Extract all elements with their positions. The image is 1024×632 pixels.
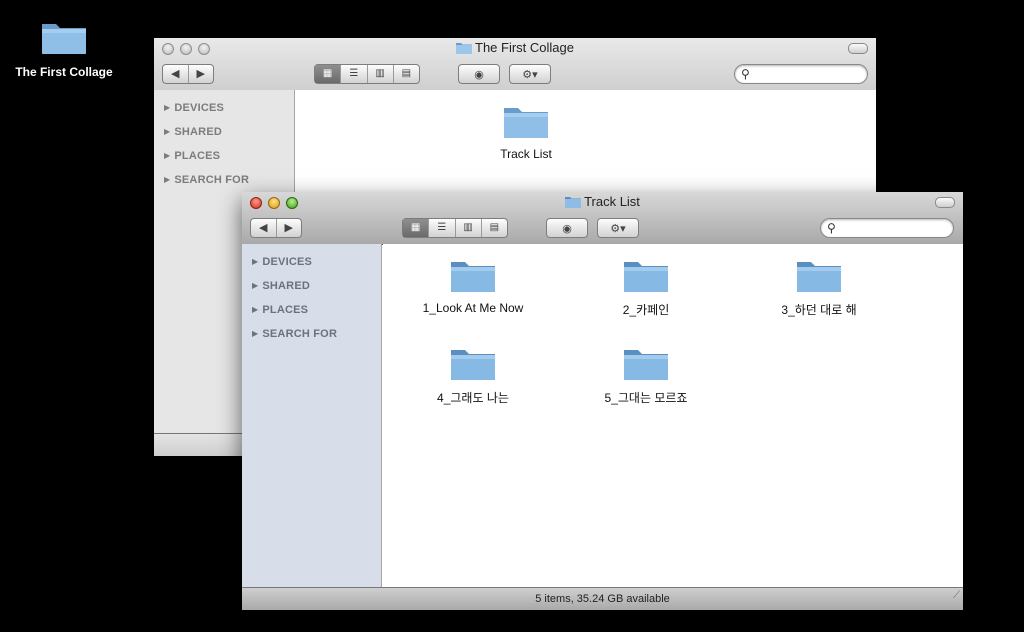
folder-icon	[565, 196, 582, 211]
sidebar-label: DEVICES	[262, 256, 313, 268]
disclosure-triangle-icon[interactable]: ▶	[252, 281, 258, 290]
toolbar-toggle-button[interactable]	[848, 43, 868, 54]
disclosure-triangle-icon[interactable]: ▶	[252, 329, 258, 338]
window-title-text: Track List	[584, 194, 640, 209]
window-title: Track List	[242, 194, 963, 211]
search-field[interactable]: ⚲	[820, 218, 954, 238]
sidebar-label: SEARCH FOR	[174, 174, 250, 186]
search-field[interactable]: ⚲	[734, 64, 868, 84]
status-text: 5 items, 35.24 GB available	[535, 593, 670, 605]
search-icon: ⚲	[741, 67, 750, 81]
desktop-folder-label: The First Collage	[15, 65, 113, 79]
icon-view-button[interactable]: ▦	[403, 219, 430, 237]
coverflow-view-button[interactable]: ▤	[482, 219, 507, 237]
folder-item-2[interactable]: 2_카페인	[571, 256, 721, 318]
folder-item-3[interactable]: 3_하던 대로 해	[744, 256, 894, 318]
folder-item-1[interactable]: 1_Look At Me Now	[398, 256, 548, 315]
disclosure-triangle-icon[interactable]: ▶	[164, 103, 170, 112]
list-view-button[interactable]: ☰	[341, 65, 368, 83]
folder-item-label: 3_하던 대로 해	[781, 303, 857, 317]
column-view-button[interactable]: ▥	[368, 65, 394, 83]
disclosure-triangle-icon[interactable]: ▶	[164, 127, 170, 136]
folder-icon	[456, 42, 472, 57]
eye-icon: ◉	[562, 222, 572, 235]
icon-view-button[interactable]: ▦	[315, 65, 342, 83]
coverflow-view-button[interactable]: ▤	[394, 65, 419, 83]
column-view-button[interactable]: ▥	[456, 219, 482, 237]
folder-icon	[449, 256, 497, 294]
disclosure-triangle-icon[interactable]: ▶	[164, 175, 170, 184]
window-title: The First Collage	[154, 40, 876, 57]
folder-icon	[622, 256, 670, 294]
gear-icon: ⚙▾	[522, 68, 538, 81]
folder-icon	[795, 256, 843, 294]
title-bar[interactable]: Track List ◀ ▶ ▦ ☰ ▥ ▤ ◉ ⚙▾ ⚲	[242, 192, 963, 245]
forward-button[interactable]: ▶	[277, 219, 302, 237]
sidebar-section-devices[interactable]: ▶ DEVICES	[154, 96, 294, 120]
back-forward-buttons: ◀ ▶	[162, 64, 214, 84]
folder-item-label: 2_카페인	[622, 303, 670, 317]
folder-item-4[interactable]: 4_그래도 나는	[398, 344, 548, 406]
title-bar[interactable]: The First Collage ◀ ▶ ▦ ☰ ▥ ▤ ◉ ⚙▾ ⚲	[154, 38, 876, 91]
sidebar-section-places[interactable]: ▶ PLACES	[242, 298, 381, 322]
view-mode-buttons: ▦ ☰ ▥ ▤	[314, 64, 420, 84]
toolbar-toggle-button[interactable]	[935, 197, 955, 208]
finder-window-track-list: Track List ◀ ▶ ▦ ☰ ▥ ▤ ◉ ⚙▾ ⚲ ▶ DEVICES ▶…	[242, 192, 963, 610]
folder-item-5[interactable]: 5_그대는 모르죠	[571, 344, 721, 406]
sidebar-section-search-for[interactable]: ▶ SEARCH FOR	[154, 168, 294, 192]
eye-icon: ◉	[474, 68, 484, 81]
back-button[interactable]: ◀	[163, 65, 189, 83]
sidebar: ▶ DEVICES ▶ SHARED ▶ PLACES ▶ SEARCH FOR	[242, 244, 382, 610]
status-bar: 5 items, 35.24 GB available ⟋	[242, 587, 963, 610]
sidebar-section-search-for[interactable]: ▶ SEARCH FOR	[242, 322, 381, 346]
gear-icon: ⚙▾	[610, 222, 626, 235]
disclosure-triangle-icon[interactable]: ▶	[164, 151, 170, 160]
folder-item-label: 1_Look At Me Now	[422, 301, 524, 315]
sidebar-label: PLACES	[262, 304, 309, 316]
quick-look-button[interactable]: ◉	[458, 64, 500, 84]
sidebar-label: DEVICES	[174, 102, 225, 114]
quick-look-button[interactable]: ◉	[546, 218, 588, 238]
disclosure-triangle-icon[interactable]: ▶	[252, 257, 258, 266]
sidebar-label: SEARCH FOR	[262, 328, 338, 340]
sidebar-label: SHARED	[262, 280, 311, 292]
search-input[interactable]	[757, 67, 861, 83]
forward-button[interactable]: ▶	[189, 65, 214, 83]
search-icon: ⚲	[827, 221, 836, 235]
disclosure-triangle-icon[interactable]: ▶	[252, 305, 258, 314]
sidebar-section-shared[interactable]: ▶ SHARED	[242, 274, 381, 298]
folder-icon	[622, 344, 670, 382]
search-input[interactable]	[843, 221, 947, 237]
sidebar-label: PLACES	[174, 150, 221, 162]
view-mode-buttons: ▦ ☰ ▥ ▤	[402, 218, 508, 238]
folder-item-track-list[interactable]: Track List	[451, 102, 601, 161]
action-menu-button[interactable]: ⚙▾	[509, 64, 551, 84]
content-area: 1_Look At Me Now 2_카페인 3_하던 대로 해 4_그래도 나…	[383, 244, 963, 588]
folder-icon	[502, 102, 550, 140]
sidebar-section-devices[interactable]: ▶ DEVICES	[242, 250, 381, 274]
back-button[interactable]: ◀	[251, 219, 277, 237]
folder-item-label: 5_그대는 모르죠	[604, 391, 688, 405]
folder-item-label: Track List	[500, 147, 552, 161]
desktop-folder-the-first-collage[interactable]: The First Collage	[8, 18, 120, 79]
folder-icon	[449, 344, 497, 382]
window-title-text: The First Collage	[475, 40, 574, 55]
sidebar-label: SHARED	[174, 126, 223, 138]
action-menu-button[interactable]: ⚙▾	[597, 218, 639, 238]
sidebar-section-places[interactable]: ▶ PLACES	[154, 144, 294, 168]
sidebar-section-shared[interactable]: ▶ SHARED	[154, 120, 294, 144]
list-view-button[interactable]: ☰	[429, 219, 456, 237]
folder-icon	[40, 18, 88, 56]
resize-grip-icon[interactable]: ⟋	[953, 585, 960, 607]
back-forward-buttons: ◀ ▶	[250, 218, 302, 238]
folder-item-label: 4_그래도 나는	[437, 391, 509, 405]
